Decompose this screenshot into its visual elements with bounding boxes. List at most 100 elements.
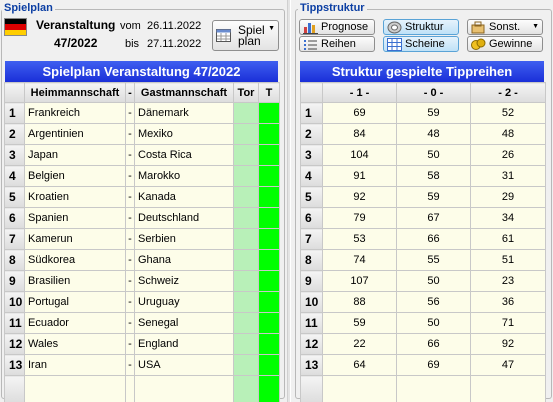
goals-cell[interactable] <box>233 354 259 376</box>
goals-cell[interactable] <box>233 165 259 187</box>
home-team-cell[interactable]: Frankreich <box>24 102 126 124</box>
goals-cell[interactable] <box>233 228 259 250</box>
away-team-cell[interactable]: Costa Rica <box>134 144 234 166</box>
col-0-value: 55 <box>396 249 471 271</box>
col-0-value: 50 <box>396 144 471 166</box>
table-row[interactable]: 11 Ecuador - Senegal <box>4 312 280 334</box>
home-team-cell[interactable]: Brasilien <box>24 270 126 292</box>
away-team-cell[interactable]: Schweiz <box>134 270 234 292</box>
tip-cell[interactable] <box>258 165 280 187</box>
table-row[interactable]: 13 64 69 47 <box>300 354 546 376</box>
away-team-cell[interactable]: USA <box>134 354 234 376</box>
home-team-cell[interactable]: Ecuador <box>24 312 126 334</box>
goals-cell[interactable] <box>233 186 259 208</box>
away-team-cell[interactable]: Serbien <box>134 228 234 250</box>
home-team-cell[interactable]: Portugal <box>24 291 126 313</box>
home-team-cell[interactable]: Belgien <box>24 165 126 187</box>
home-team-cell[interactable]: Argentinien <box>24 123 126 145</box>
away-team-cell[interactable]: Kanada <box>134 186 234 208</box>
table-row[interactable]: 4 Belgien - Marokko <box>4 165 280 187</box>
tip-cell[interactable] <box>258 102 280 124</box>
table-row[interactable]: 5 92 59 29 <box>300 186 546 208</box>
col-0-value: 67 <box>396 207 471 229</box>
away-team-cell[interactable]: Deutschland <box>134 207 234 229</box>
table-row[interactable]: 6 79 67 34 <box>300 207 546 229</box>
table-row[interactable]: 8 Südkorea - Ghana <box>4 249 280 271</box>
tip-cell[interactable] <box>258 144 280 166</box>
tip-cell[interactable] <box>258 123 280 145</box>
col-0-header: - 0 - <box>396 82 471 103</box>
table-row[interactable]: 5 Kroatien - Kanada <box>4 186 280 208</box>
tip-cell[interactable] <box>258 354 280 376</box>
tip-cell[interactable] <box>258 186 280 208</box>
table-row[interactable]: 1 69 59 52 <box>300 102 546 124</box>
home-team-cell[interactable]: Kroatien <box>24 186 126 208</box>
separator-header: - <box>125 82 135 103</box>
table-row[interactable]: 10 Portugal - Uruguay <box>4 291 280 313</box>
home-team-cell[interactable]: Japan <box>24 144 126 166</box>
table-row[interactable]: 11 59 50 71 <box>300 312 546 334</box>
home-team-cell[interactable]: Kamerun <box>24 228 126 250</box>
prognose-button[interactable]: Prognose <box>299 19 375 35</box>
away-team-cell[interactable]: Ghana <box>134 249 234 271</box>
goals-cell[interactable] <box>233 102 259 124</box>
table-row[interactable]: 12 22 66 92 <box>300 333 546 355</box>
goals-header[interactable]: Tor <box>233 82 259 103</box>
tip-cell[interactable] <box>258 312 280 334</box>
col-2-value: 47 <box>470 354 546 376</box>
panel-splitter[interactable] <box>287 0 291 402</box>
table-row[interactable]: 2 Argentinien - Mexiko <box>4 123 280 145</box>
table-row[interactable]: 9 Brasilien - Schweiz <box>4 270 280 292</box>
reihen-button[interactable]: Reihen <box>299 36 375 52</box>
goals-cell[interactable] <box>233 144 259 166</box>
away-team-cell[interactable]: Uruguay <box>134 291 234 313</box>
tip-cell[interactable] <box>258 249 280 271</box>
goals-cell[interactable] <box>233 333 259 355</box>
table-row[interactable]: 9 107 50 23 <box>300 270 546 292</box>
away-team-cell[interactable]: Dänemark <box>134 102 234 124</box>
table-row[interactable]: 6 Spanien - Deutschland <box>4 207 280 229</box>
table-row[interactable]: 7 53 66 61 <box>300 228 546 250</box>
goals-cell[interactable] <box>233 270 259 292</box>
table-row[interactable]: 8 74 55 51 <box>300 249 546 271</box>
tip-cell[interactable] <box>258 291 280 313</box>
struktur-button[interactable]: Struktur <box>383 19 459 35</box>
sonst-button[interactable]: Sonst. ▼ <box>467 19 543 35</box>
table-row[interactable]: 12 Wales - England <box>4 333 280 355</box>
table-row[interactable]: 2 84 48 48 <box>300 123 546 145</box>
away-team-header[interactable]: Gastmannschaft <box>134 82 234 103</box>
table-row[interactable]: 1 Frankreich - Dänemark <box>4 102 280 124</box>
away-team-cell[interactable]: England <box>134 333 234 355</box>
scheine-button[interactable]: Scheine <box>383 36 459 52</box>
tip-header[interactable]: T <box>258 82 280 103</box>
away-team-cell[interactable]: Senegal <box>134 312 234 334</box>
row-number: 13 <box>4 354 25 376</box>
row-number: 7 <box>300 228 323 250</box>
gewinne-button[interactable]: Gewinne <box>467 36 543 52</box>
table-row[interactable]: 10 88 56 36 <box>300 291 546 313</box>
goals-cell[interactable] <box>233 249 259 271</box>
table-row[interactable]: 3 Japan - Costa Rica <box>4 144 280 166</box>
goals-cell[interactable] <box>233 291 259 313</box>
home-team-cell[interactable]: Spanien <box>24 207 126 229</box>
home-team-header[interactable]: Heimmannschaft <box>24 82 126 103</box>
tip-cell[interactable] <box>258 228 280 250</box>
table-row[interactable]: 7 Kamerun - Serbien <box>4 228 280 250</box>
home-team-cell[interactable]: Iran <box>24 354 126 376</box>
col-1-value: 59 <box>322 312 397 334</box>
tip-cell[interactable] <box>258 333 280 355</box>
goals-cell[interactable] <box>233 123 259 145</box>
table-row[interactable]: 13 Iran - USA <box>4 354 280 376</box>
away-team-cell[interactable]: Marokko <box>134 165 234 187</box>
col-0-value: 58 <box>396 165 471 187</box>
away-team-cell[interactable]: Mexiko <box>134 123 234 145</box>
tip-cell[interactable] <box>258 207 280 229</box>
home-team-cell[interactable]: Südkorea <box>24 249 126 271</box>
goals-cell[interactable] <box>233 207 259 229</box>
table-row[interactable]: 3 104 50 26 <box>300 144 546 166</box>
tip-cell[interactable] <box>258 270 280 292</box>
table-row[interactable]: 4 91 58 31 <box>300 165 546 187</box>
goals-cell[interactable] <box>233 312 259 334</box>
home-team-cell[interactable]: Wales <box>24 333 126 355</box>
spielplan-button[interactable]: Spiel plan ▼ <box>212 20 279 51</box>
